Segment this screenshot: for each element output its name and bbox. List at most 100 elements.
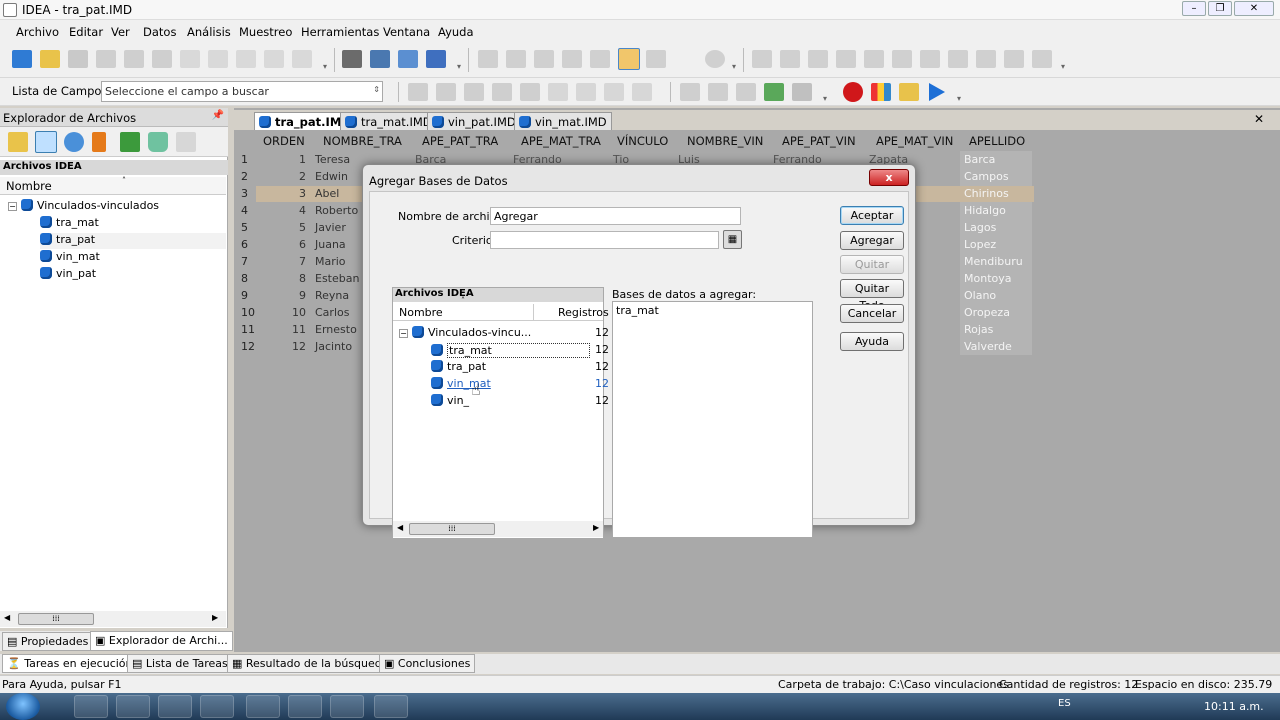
new-icon[interactable] [12, 50, 32, 68]
horizontal-scrollbar[interactable]: ◀ ⁞⁞⁞ ▶ [0, 611, 226, 627]
report-icon[interactable] [264, 50, 284, 68]
taskbar-app-icon[interactable] [374, 695, 408, 718]
menu-ver[interactable]: Ver [111, 25, 130, 39]
export-icon[interactable] [68, 50, 88, 68]
minimize-button[interactable]: – [1182, 1, 1206, 16]
refresh-icon[interactable] [64, 132, 84, 152]
gaps-icon[interactable] [864, 50, 884, 68]
doc-tab-vin-mat[interactable]: vin_mat.IMD [514, 112, 612, 130]
list-item[interactable]: vin_ 12 [431, 394, 609, 410]
flag-icon[interactable] [92, 132, 106, 152]
search-db-icon[interactable] [370, 50, 390, 68]
language-indicator[interactable]: ES [1058, 698, 1071, 709]
menu-analisis[interactable]: Análisis [187, 25, 231, 39]
criteria-icon[interactable] [520, 83, 540, 101]
taskbar-app-icon[interactable] [116, 695, 150, 718]
append-icon[interactable] [124, 50, 144, 68]
toolbar-overflow-icon[interactable]: ▾ [1060, 62, 1066, 74]
pivot-icon[interactable] [836, 50, 856, 68]
sort-icon[interactable] [590, 50, 610, 68]
record-icon[interactable] [843, 82, 863, 102]
control-total-icon[interactable] [464, 83, 484, 101]
column-width-icon[interactable] [618, 48, 640, 70]
col-header[interactable]: APE_MAT_TRA [521, 134, 601, 148]
chevron-down-icon[interactable]: ⇕ [373, 85, 380, 94]
col-header[interactable]: VÍNCULO [617, 134, 668, 148]
col-header[interactable]: APE_MAT_VIN [876, 134, 953, 148]
print-icon[interactable] [292, 50, 312, 68]
binoculars-icon[interactable] [342, 50, 362, 68]
taskbar-app-icon[interactable] [158, 695, 192, 718]
sort-asc-icon[interactable] [680, 83, 700, 101]
aging-icon[interactable] [808, 50, 828, 68]
close-doc-icon[interactable]: ✕ [1254, 112, 1264, 126]
taskbar-app-icon[interactable] [246, 695, 280, 718]
close-window-button[interactable]: ✕ [1234, 1, 1274, 16]
money-icon[interactable] [764, 83, 784, 101]
criteria-input[interactable] [490, 231, 719, 249]
scroll-left-icon[interactable]: ◀ [397, 523, 403, 532]
tree-item[interactable]: tra_pat [40, 233, 226, 249]
toolbar-overflow-icon[interactable]: ▾ [822, 94, 828, 106]
doc-tab-tra-mat[interactable]: tra_mat.IMD [340, 112, 437, 130]
field-icon[interactable] [478, 50, 498, 68]
filter-icon[interactable] [736, 83, 756, 101]
taskbar-app-icon[interactable] [74, 695, 108, 718]
accept-button[interactable]: Aceptar [840, 206, 904, 225]
folder-icon[interactable] [8, 132, 28, 152]
sort-desc-icon[interactable] [708, 83, 728, 101]
stratify-icon[interactable] [780, 50, 800, 68]
bases-item[interactable]: tra_mat [616, 304, 809, 317]
tab-search-results[interactable]: ▦ Resultado de la búsqueda [227, 654, 394, 673]
doc-tab-vin-pat[interactable]: vin_pat.IMD [427, 112, 521, 130]
clock[interactable]: 10:11 a.m. [1204, 700, 1264, 713]
taskbar-app-icon[interactable] [330, 695, 364, 718]
tab-conclusions[interactable]: ▣ Conclusiones [379, 654, 476, 673]
import-icon[interactable] [576, 83, 596, 101]
list-item[interactable]: tra_mat 12 [431, 343, 609, 359]
benford-icon[interactable] [920, 50, 940, 68]
field-stats-icon[interactable] [408, 83, 428, 101]
pin-icon[interactable]: 📌 [212, 110, 224, 121]
visual-connector-icon[interactable] [548, 83, 568, 101]
field-manip-icon[interactable] [492, 83, 512, 101]
menu-ayuda[interactable]: Ayuda [438, 25, 474, 39]
index-icon[interactable] [236, 50, 256, 68]
move-icon[interactable] [120, 132, 140, 152]
filename-input[interactable]: Agregar [490, 207, 741, 225]
cancel-button[interactable]: Cancelar [840, 304, 904, 323]
tab-explorador[interactable]: ▣ Explorador de Archi... [90, 631, 233, 651]
maximize-button[interactable]: ❐ [1208, 1, 1232, 16]
toolbar-overflow-icon[interactable]: ▾ [456, 62, 462, 74]
shapes-icon[interactable] [871, 83, 891, 101]
tree-item[interactable]: vin_pat [40, 267, 96, 283]
currency-icon[interactable] [705, 50, 725, 68]
add-button[interactable]: Agregar [840, 231, 904, 250]
menu-datos[interactable]: Datos [143, 25, 176, 39]
column-divider[interactable] [533, 304, 534, 320]
collapse-icon[interactable]: − [399, 329, 408, 338]
col-header[interactable]: NOMBRE_TRA [323, 134, 402, 148]
toolbar-overflow-icon[interactable]: ▾ [956, 94, 962, 106]
scroll-right-icon[interactable]: ▶ [593, 523, 599, 532]
summary-icon[interactable] [752, 50, 772, 68]
menu-muestreo[interactable]: Muestreo [239, 25, 292, 39]
list-item[interactable]: vin_mat 12 [431, 377, 609, 393]
col-header[interactable]: APELLIDO [969, 134, 1025, 148]
compare-icon[interactable] [152, 50, 172, 68]
col-header[interactable]: APE_PAT_VIN [782, 134, 856, 148]
join-icon[interactable] [96, 50, 116, 68]
column-icon[interactable] [506, 50, 526, 68]
indexes-icon[interactable] [436, 83, 456, 101]
tree-item[interactable]: vin_mat [40, 250, 100, 266]
menu-ventana[interactable]: Ventana [383, 25, 430, 39]
remove-button[interactable]: Quitar [840, 255, 904, 274]
grid-view-icon[interactable] [176, 132, 196, 152]
extract-icon[interactable] [208, 50, 228, 68]
open-icon[interactable] [40, 50, 60, 68]
list-item[interactable]: tra_pat 12 [431, 360, 609, 376]
list-col-records[interactable]: Registros [558, 306, 609, 319]
scroll-thumb[interactable]: ⁞⁞⁞ [18, 613, 94, 625]
list-col-name[interactable]: Nombre [399, 306, 443, 319]
scroll-right-icon[interactable]: ▶ [212, 613, 218, 622]
